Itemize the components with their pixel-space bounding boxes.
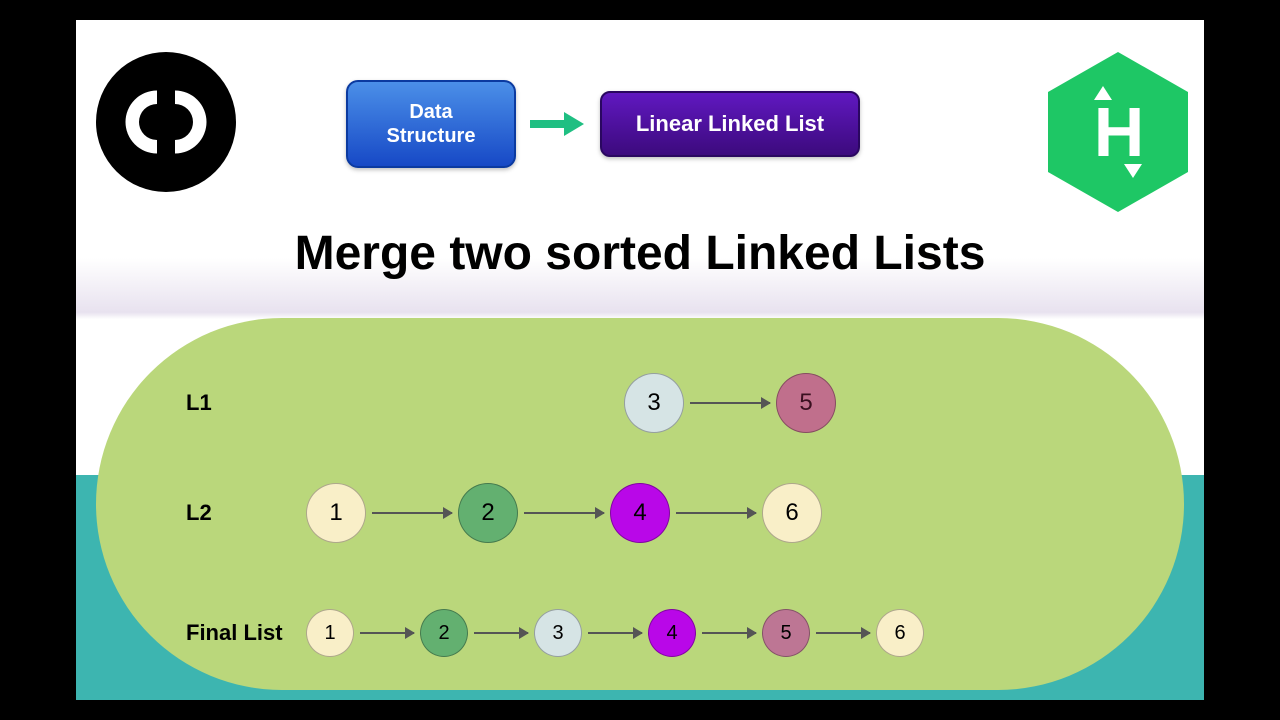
node-final-3: 4	[648, 609, 696, 657]
box-data-structure: Data Structure	[346, 80, 516, 168]
node-final-5: 6	[876, 609, 924, 657]
node-l2-1: 2	[458, 483, 518, 543]
nodes-final: 1 2 3 4 5 6	[306, 609, 1124, 657]
arrow-icon	[588, 632, 642, 634]
logo-letter: H	[1094, 92, 1143, 172]
page-title: Merge two sorted Linked Lists	[76, 226, 1204, 281]
label-final: Final List	[186, 620, 306, 646]
node-final-1: 2	[420, 609, 468, 657]
node-final-4: 5	[762, 609, 810, 657]
arrow-icon	[372, 512, 452, 514]
arrow-icon	[524, 512, 604, 514]
label-l1: L1	[186, 390, 306, 416]
node-l1-1: 5	[776, 373, 836, 433]
node-final-2: 3	[534, 609, 582, 657]
node-l2-3: 6	[762, 483, 822, 543]
box-linear-linked-list: Linear Linked List	[600, 91, 860, 157]
node-l2-0: 1	[306, 483, 366, 543]
slide: H Data Structure Linear Linked List Merg…	[76, 20, 1204, 700]
logo-left	[96, 52, 236, 192]
box1-line2: Structure	[374, 124, 488, 148]
arrow-icon	[676, 512, 756, 514]
logo-right: H	[1038, 52, 1198, 212]
node-l1-0: 3	[624, 373, 684, 433]
nodes-l2: 1 2 4 6	[306, 483, 1124, 543]
arrow-right-icon	[530, 114, 586, 134]
label-l2: L2	[186, 500, 306, 526]
arrow-icon	[702, 632, 756, 634]
arrow-icon	[360, 632, 414, 634]
diagram-container: L1 3 5 L2 1 2 4 6 Final List 1	[96, 318, 1184, 690]
box1-line1: Data	[374, 100, 488, 124]
row-final: Final List 1 2 3 4 5 6	[186, 568, 1124, 698]
nodes-l1: 3 5	[306, 373, 1124, 433]
half-circles-icon	[121, 77, 211, 167]
row-l1: L1 3 5	[186, 348, 1124, 458]
arrow-down-icon	[1124, 164, 1142, 178]
header-boxes: Data Structure Linear Linked List	[346, 80, 860, 168]
node-final-0: 1	[306, 609, 354, 657]
arrow-icon	[816, 632, 870, 634]
arrow-icon	[690, 402, 770, 404]
node-l2-2: 4	[610, 483, 670, 543]
row-l2: L2 1 2 4 6	[186, 458, 1124, 568]
hexagon-icon: H	[1048, 52, 1188, 212]
arrow-icon	[474, 632, 528, 634]
